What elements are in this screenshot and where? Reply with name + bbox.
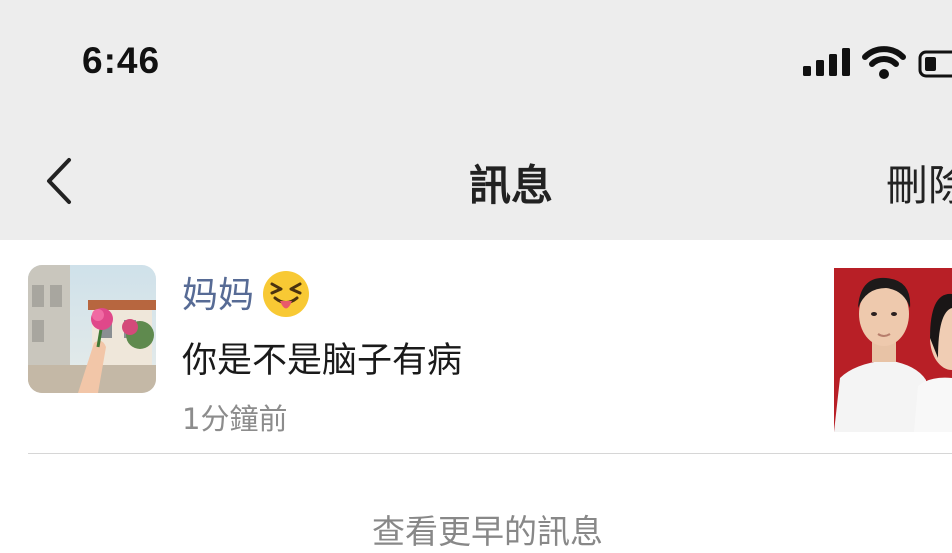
page-title: 訊息 xyxy=(468,161,553,210)
view-earlier-messages[interactable]: 查看更早的訊息 xyxy=(160,505,815,553)
divider xyxy=(28,453,952,454)
battery-icon xyxy=(918,50,952,78)
sender-name[interactable]: 妈妈 xyxy=(182,266,254,318)
squinting-face-with-tongue-icon xyxy=(263,271,309,317)
status-time: 6:46 xyxy=(82,40,161,81)
post-thumbnail[interactable] xyxy=(834,268,952,432)
message-time: 1分鐘前 xyxy=(182,402,288,436)
wifi-icon xyxy=(862,46,906,79)
delete-button[interactable]: 刪除 xyxy=(886,152,952,213)
avatar[interactable] xyxy=(28,265,156,393)
signal-icon xyxy=(803,48,850,76)
message-text: 你是不是脑子有病 xyxy=(182,341,463,381)
top-bar: 6:46 訊息 刪除 xyxy=(0,0,952,240)
